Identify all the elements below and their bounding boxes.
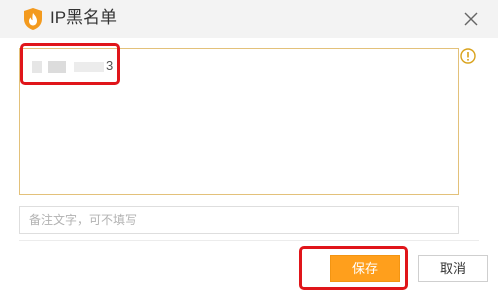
flame-shield-icon xyxy=(24,8,42,30)
cancel-button[interactable]: 取消 xyxy=(418,255,488,282)
warning-icon xyxy=(460,48,476,64)
title-bar: IP黑名单 xyxy=(0,0,498,38)
highlight-box-ip xyxy=(20,43,120,85)
close-icon[interactable] xyxy=(460,8,482,30)
divider xyxy=(19,240,479,241)
note-input[interactable] xyxy=(19,206,459,234)
window-title: IP黑名单 xyxy=(50,8,118,27)
highlight-box-save xyxy=(299,246,408,290)
